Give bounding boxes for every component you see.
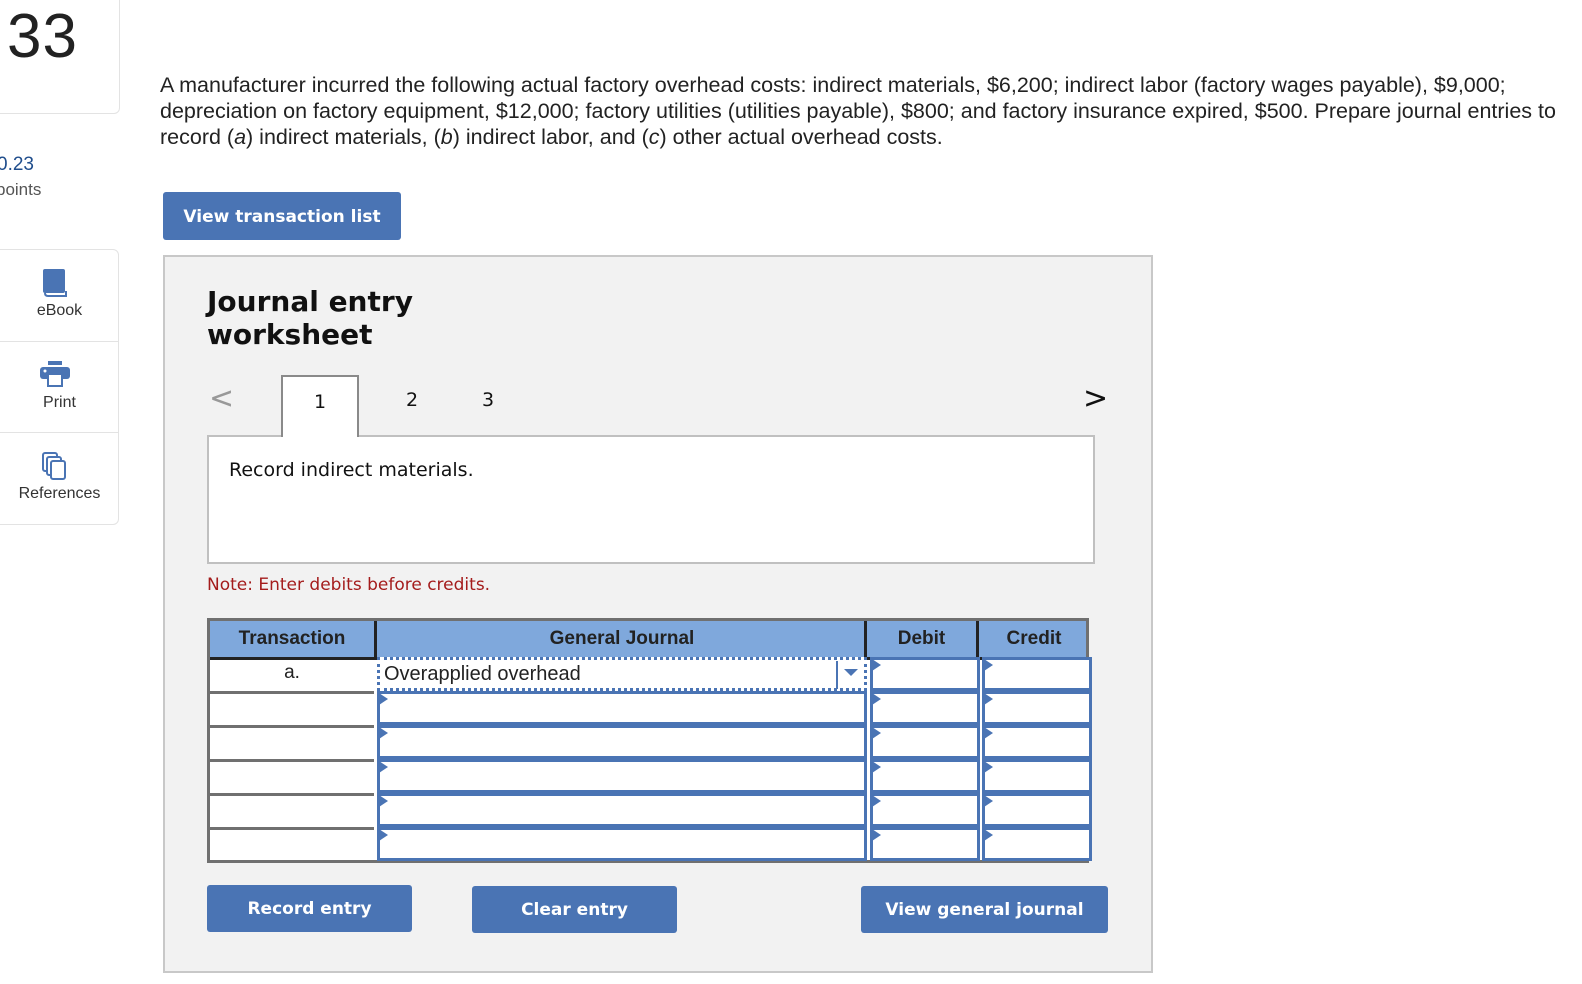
record-entry-button[interactable]: Record entry (207, 885, 412, 932)
tools-panel: eBook Print References (0, 249, 119, 525)
points-label: points (0, 180, 42, 199)
references-label: References (18, 485, 101, 502)
references-button[interactable]: References (0, 432, 118, 524)
view-transaction-list-button[interactable]: View transaction list (163, 192, 401, 240)
input-marker-icon (872, 761, 881, 773)
debit-input[interactable] (870, 793, 980, 827)
credit-input[interactable] (982, 793, 1092, 827)
dropdown-arrow-icon[interactable] (844, 669, 858, 676)
account-select[interactable] (377, 691, 867, 725)
header-transaction: Transaction (238, 628, 346, 649)
print-label: Print (43, 394, 76, 411)
table-row (210, 725, 1092, 759)
table-row (210, 759, 1092, 793)
journal-entry-worksheet: Journal entry worksheet < 1 2 3 > Record… (163, 255, 1153, 973)
input-marker-icon (379, 693, 388, 705)
input-marker-icon (872, 659, 881, 671)
print-button[interactable]: Print (0, 341, 118, 433)
transaction-description-box: Record indirect materials. (207, 435, 1095, 564)
table-header: Transaction General Journal Debit Credit (210, 621, 1086, 660)
account-select[interactable] (377, 827, 867, 861)
input-marker-icon (984, 761, 993, 773)
tab-2[interactable]: 2 (375, 375, 449, 437)
input-marker-icon (379, 761, 388, 773)
credit-input[interactable] (982, 759, 1092, 793)
transaction-cell (210, 793, 374, 827)
input-marker-icon (872, 727, 881, 739)
credit-input[interactable] (982, 657, 1092, 691)
account-select[interactable] (377, 725, 867, 759)
clear-entry-button[interactable]: Clear entry (472, 886, 677, 933)
copy-pages-icon (40, 451, 70, 488)
debit-input[interactable] (870, 759, 980, 793)
question-number: 33 (7, 2, 78, 71)
transaction-cell (210, 827, 374, 861)
header-debit: Debit (864, 621, 976, 657)
tab-3[interactable]: 3 (451, 375, 525, 437)
input-marker-icon (984, 829, 993, 841)
credit-input[interactable] (982, 827, 1092, 861)
transaction-cell (210, 691, 374, 725)
general-journal-table: Transaction General Journal Debit Credit… (207, 618, 1092, 863)
transaction-cell (210, 759, 374, 793)
next-arrow-icon[interactable]: > (1083, 381, 1108, 416)
question-text: A manufacturer incurred the following ac… (160, 73, 1556, 149)
input-marker-icon (984, 659, 993, 671)
previous-arrow-icon[interactable]: < (209, 381, 234, 416)
worksheet-title: Journal entry worksheet (207, 285, 413, 351)
table-row (210, 827, 1092, 861)
question-number-box: 33 (0, 0, 120, 114)
input-marker-icon (379, 727, 388, 739)
input-marker-icon (984, 795, 993, 807)
input-marker-icon (872, 693, 881, 705)
credit-input[interactable] (982, 691, 1092, 725)
transaction-description: Record indirect materials. (229, 459, 474, 481)
debit-input[interactable] (870, 725, 980, 759)
debit-input[interactable] (870, 827, 980, 861)
input-marker-icon (872, 795, 881, 807)
transaction-cell: a. (284, 662, 300, 683)
header-general-journal: General Journal (374, 621, 867, 657)
tab-1[interactable]: 1 (281, 375, 359, 437)
account-select-value: Overapplied overhead (384, 663, 581, 685)
table-row (210, 793, 1092, 827)
input-marker-icon (984, 693, 993, 705)
ebook-label: eBook (36, 302, 83, 319)
points-value: 0.23 (0, 154, 34, 175)
debit-input[interactable] (870, 657, 980, 691)
input-marker-icon (379, 795, 388, 807)
credit-input[interactable] (982, 725, 1092, 759)
input-marker-icon (984, 727, 993, 739)
ebook-button[interactable]: eBook (0, 250, 118, 341)
transaction-cell (210, 725, 374, 759)
printer-icon (39, 360, 71, 393)
table-row: a. Overapplied overhead (210, 657, 1092, 691)
account-select[interactable] (377, 793, 867, 827)
input-marker-icon (872, 829, 881, 841)
view-general-journal-button[interactable]: View general journal (861, 886, 1108, 933)
account-select[interactable]: Overapplied overhead (377, 657, 867, 691)
header-credit: Credit (976, 621, 1089, 657)
input-marker-icon (379, 829, 388, 841)
debit-input[interactable] (870, 691, 980, 725)
debits-note: Note: Enter debits before credits. (207, 575, 491, 595)
account-select[interactable] (377, 759, 867, 793)
table-row (210, 691, 1092, 725)
book-icon (42, 268, 68, 303)
